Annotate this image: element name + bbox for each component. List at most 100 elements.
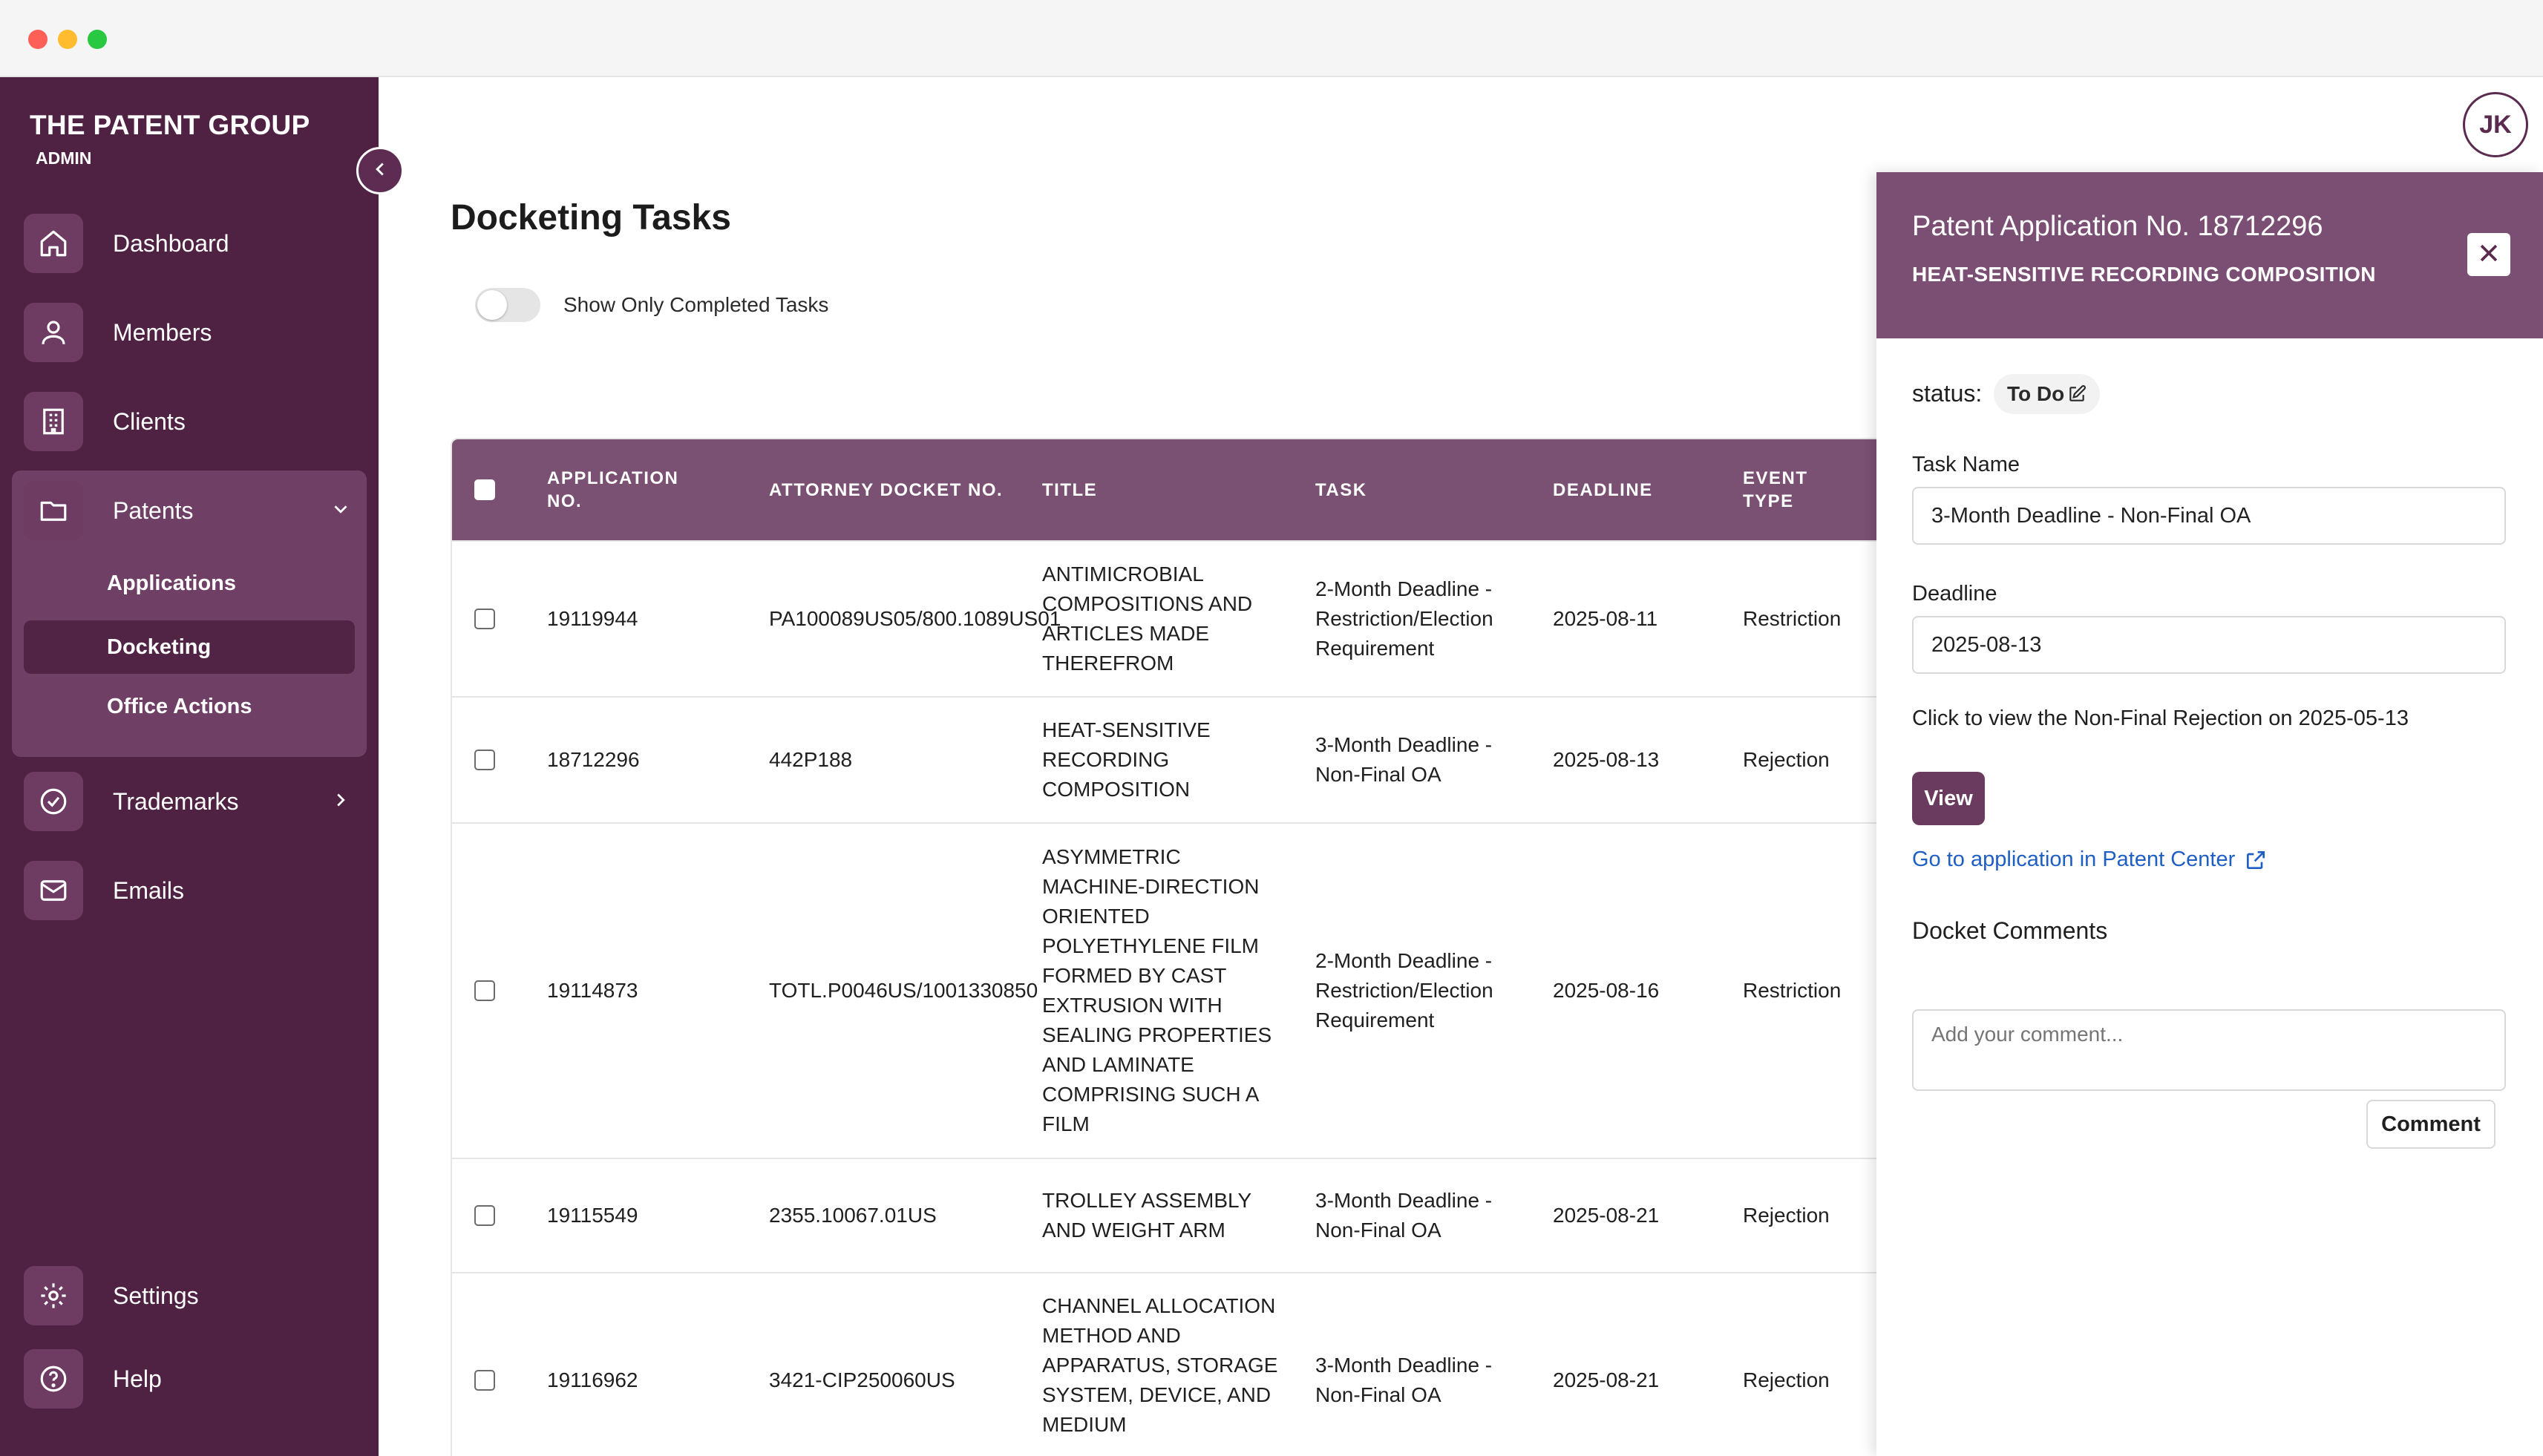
window-minimize-button[interactable]	[58, 30, 77, 49]
sidebar-item-help[interactable]: Help	[12, 1342, 367, 1416]
sidebar-item-emails[interactable]: Emails	[12, 853, 367, 928]
mail-icon	[24, 861, 83, 920]
user-avatar[interactable]: JK	[2463, 92, 2528, 157]
sidebar-subitem-docketing[interactable]: Docketing	[24, 620, 355, 674]
sidebar-item-label: Members	[113, 318, 212, 346]
cell-application-no: 19119944	[547, 607, 638, 630]
sidebar-subitem-label: Applications	[107, 571, 237, 595]
cell-deadline: 2025-08-13	[1553, 748, 1660, 771]
sidebar-item-label: Patents	[113, 496, 194, 524]
deadline-input[interactable]	[1912, 616, 2506, 674]
user-role: ADMIN	[36, 148, 92, 168]
office-action-note: Click to view the Non-Final Rejection on…	[1912, 706, 2409, 730]
folder-icon	[24, 481, 83, 540]
toggle-label: Show Only Completed Tasks	[563, 293, 829, 316]
sidebar-item-label: Help	[113, 1365, 162, 1392]
task-name-input[interactable]	[1912, 487, 2506, 545]
docket-comments-heading: Docket Comments	[1912, 917, 2108, 944]
chevron-down-icon	[330, 498, 352, 524]
task-detail-panel: Patent Application No. 18712296 HEAT-SEN…	[1876, 172, 2543, 1456]
patent-center-link[interactable]: Go to application in Patent Center	[1912, 847, 2268, 872]
window-close-button[interactable]	[28, 30, 48, 49]
row-checkbox[interactable]	[474, 609, 495, 629]
gear-icon	[24, 1266, 83, 1325]
cell-deadline: 2025-08-11	[1553, 607, 1658, 630]
sidebar-item-label: Dashboard	[113, 229, 229, 257]
external-link-icon	[2244, 848, 2268, 872]
comment-button[interactable]: Comment	[2366, 1100, 2495, 1149]
select-all-checkbox[interactable]	[474, 479, 495, 500]
close-panel-button[interactable]	[2467, 233, 2510, 276]
cell-title: ASYMMETRIC MACHINE-DIRECTION ORIENTED PO…	[1042, 845, 1272, 1135]
sidebar-subitem-applications[interactable]: Applications	[24, 557, 355, 610]
column-header-task[interactable]: TASK	[1315, 439, 1367, 540]
sidebar-collapse-button[interactable]	[356, 147, 404, 194]
column-header-title[interactable]: TITLE	[1042, 439, 1097, 540]
home-icon	[24, 214, 83, 273]
column-header-application-no[interactable]: APPLICATION NO.	[547, 439, 696, 540]
sidebar-item-label: Trademarks	[113, 787, 239, 815]
sidebar-subitem-office-actions[interactable]: Office Actions	[24, 680, 355, 733]
deadline-label: Deadline	[1912, 582, 1997, 606]
cell-title: ANTIMICROBIAL COMPOSITIONS AND ARTICLES …	[1042, 563, 1253, 675]
cell-application-no: 19114873	[547, 979, 638, 1002]
sidebar-item-patents[interactable]: Patents	[12, 473, 367, 548]
cell-attorney-docket-no: 3421-CIP250060US	[769, 1368, 955, 1391]
sidebar-item-label: Settings	[113, 1282, 199, 1309]
cell-title: HEAT-SENSITIVE RECORDING COMPOSITION	[1042, 718, 1211, 801]
panel-header: Patent Application No. 18712296 HEAT-SEN…	[1876, 172, 2543, 338]
sidebar-item-members[interactable]: Members	[12, 295, 367, 370]
cell-attorney-docket-no: TOTL.P0046US/1001330850	[769, 979, 1038, 1002]
sidebar-item-trademarks[interactable]: Trademarks	[12, 764, 367, 839]
view-button[interactable]: View	[1912, 772, 1985, 825]
sidebar: THE PATENT GROUP ADMIN Dashboard Members…	[0, 77, 379, 1456]
cell-task: 3-Month Deadline - Non-Final OA	[1315, 733, 1493, 786]
cell-event-type: Rejection	[1743, 748, 1830, 771]
cell-event-type: Rejection	[1743, 1204, 1830, 1227]
window-maximize-button[interactable]	[88, 30, 107, 49]
column-header-attorney-docket-no[interactable]: ATTORNEY DOCKET NO.	[769, 439, 1003, 540]
cell-deadline: 2025-08-16	[1553, 979, 1660, 1002]
cell-application-no: 19115549	[547, 1204, 638, 1227]
cell-event-type: Restriction	[1743, 607, 1842, 630]
cell-task: 3-Month Deadline - Non-Final OA	[1315, 1354, 1493, 1406]
brand-name: THE PATENT GROUP	[30, 110, 310, 140]
status-badge[interactable]: To Do	[1994, 374, 2101, 414]
sidebar-item-label: Emails	[113, 876, 185, 904]
cell-attorney-docket-no: PA100089US05/800.1089US01	[769, 607, 1061, 630]
cell-event-type: Rejection	[1743, 1368, 1830, 1391]
task-name-label: Task Name	[1912, 453, 2020, 476]
patents-group: Patents Applications Docketing Office Ac…	[12, 470, 367, 757]
row-checkbox[interactable]	[474, 980, 495, 1001]
chevron-left-icon	[369, 158, 391, 184]
sidebar-item-clients[interactable]: Clients	[12, 384, 367, 459]
sidebar-item-settings[interactable]: Settings	[12, 1259, 367, 1333]
comment-input[interactable]	[1912, 1009, 2506, 1091]
panel-subtitle: HEAT-SENSITIVE RECORDING COMPOSITION	[1912, 263, 2376, 286]
window-titlebar	[0, 0, 2543, 77]
users-icon	[24, 303, 83, 362]
sidebar-item-label: Clients	[113, 407, 186, 435]
toggle-knob	[477, 290, 507, 320]
cell-attorney-docket-no: 442P188	[769, 748, 853, 771]
row-checkbox[interactable]	[474, 750, 495, 770]
cell-deadline: 2025-08-21	[1553, 1368, 1660, 1391]
column-header-event-type[interactable]: EVENT TYPE	[1743, 439, 1807, 540]
row-checkbox[interactable]	[474, 1370, 495, 1391]
status-value: To Do	[2007, 382, 2065, 405]
cell-attorney-docket-no: 2355.10067.01US	[769, 1204, 937, 1227]
cell-task: 2-Month Deadline - Restriction/Election …	[1315, 949, 1493, 1032]
sidebar-item-dashboard[interactable]: Dashboard	[12, 206, 367, 281]
row-checkbox[interactable]	[474, 1205, 495, 1226]
cell-title: TROLLEY ASSEMBLY AND WEIGHT ARM	[1042, 1189, 1251, 1242]
panel-title: Patent Application No. 18712296	[1912, 211, 2323, 242]
column-header-deadline[interactable]: DEADLINE	[1553, 439, 1653, 540]
chevron-right-icon	[330, 789, 352, 815]
cell-task: 2-Month Deadline - Restriction/Election …	[1315, 577, 1493, 660]
building-icon	[24, 392, 83, 451]
status-label: status:	[1912, 380, 1983, 407]
sidebar-subitem-label: Docketing	[107, 634, 212, 659]
completed-tasks-toggle[interactable]	[475, 288, 540, 322]
help-icon	[24, 1349, 83, 1409]
cell-application-no: 19116962	[547, 1368, 638, 1391]
